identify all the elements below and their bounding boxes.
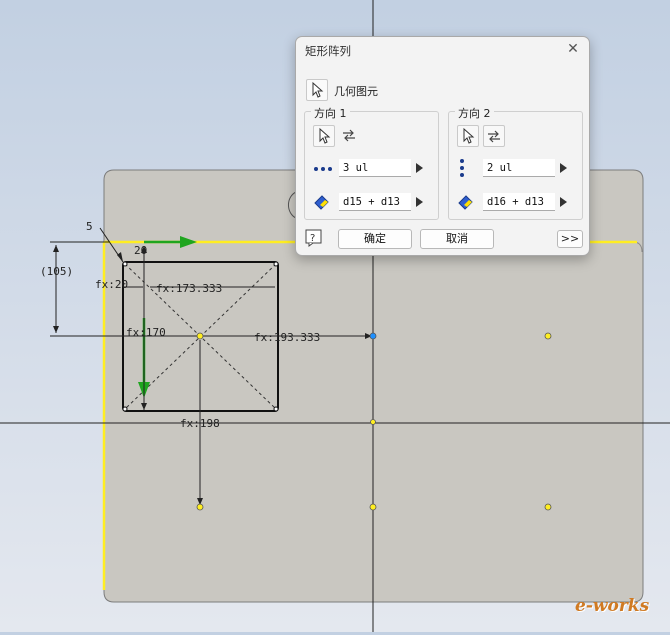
dialog-title: 矩形阵列 xyxy=(305,44,351,58)
ok-button[interactable]: 确定 xyxy=(338,229,412,249)
direction2-spacing-input[interactable]: d16 + d13 xyxy=(483,193,555,211)
direction1-path-button[interactable] xyxy=(313,125,335,147)
geometry-label: 几何图元 xyxy=(334,85,378,98)
direction1-flip-button[interactable] xyxy=(339,125,359,145)
spacing-measure-icon xyxy=(458,195,473,210)
pattern-point[interactable] xyxy=(196,503,204,511)
spacing-measure-icon xyxy=(314,195,329,210)
flip-direction-icon xyxy=(343,129,355,142)
dim-offset[interactable]: 5 xyxy=(86,220,93,233)
svg-text:?: ? xyxy=(310,233,315,244)
dim-v-spacing[interactable]: fx:198 xyxy=(180,417,220,430)
flip-direction-icon xyxy=(488,130,500,143)
direction1-spacing-flyout-icon[interactable] xyxy=(412,193,426,211)
help-icon[interactable]: ? xyxy=(305,229,323,247)
pattern-point[interactable] xyxy=(369,503,377,511)
direction2-count-input[interactable]: 2 ul xyxy=(483,159,555,177)
direction2-spacing-flyout-icon[interactable] xyxy=(556,193,570,211)
direction1-title: 方向 1 xyxy=(311,105,350,121)
direction2-path-button[interactable] xyxy=(457,125,479,147)
cursor-arrow-icon xyxy=(312,81,324,98)
pattern-point[interactable] xyxy=(369,332,377,340)
count-dots-horizontal-icon xyxy=(314,167,332,171)
direction2-title: 方向 2 xyxy=(455,105,494,121)
cursor-arrow-icon xyxy=(463,127,475,144)
cursor-arrow-icon xyxy=(319,127,331,144)
rectangular-pattern-dialog: 矩形阵列 ✕ 几何图元 方向 1 3 ul d15 + d13 方向 2 2 u… xyxy=(295,36,590,256)
count-dots-vertical-icon xyxy=(460,159,464,177)
direction2-count-flyout-icon[interactable] xyxy=(556,159,570,177)
pattern-point[interactable] xyxy=(196,332,204,340)
more-options-button[interactable]: >> xyxy=(557,230,583,248)
pattern-point[interactable] xyxy=(370,419,376,425)
watermark-logo: e-works xyxy=(575,596,650,616)
direction2-group: 方向 2 2 ul d16 + d13 xyxy=(448,105,583,220)
cancel-button[interactable]: 取消 xyxy=(420,229,494,249)
dim-h-spacing[interactable]: fx:193.333 xyxy=(254,331,320,344)
geometry-select-button[interactable] xyxy=(306,79,328,101)
direction1-spacing-input[interactable]: d15 + d13 xyxy=(339,193,411,211)
close-icon[interactable]: ✕ xyxy=(564,40,582,58)
direction2-flip-button[interactable] xyxy=(483,125,505,147)
direction1-group: 方向 1 3 ul d15 + d13 xyxy=(304,105,439,220)
direction1-count-input[interactable]: 3 ul xyxy=(339,159,411,177)
pattern-point[interactable] xyxy=(544,503,552,511)
pattern-point[interactable] xyxy=(544,332,552,340)
dim-inner-height[interactable]: fx:170 xyxy=(126,326,166,339)
direction1-count-flyout-icon[interactable] xyxy=(412,159,426,177)
dim-inner-width[interactable]: fx:173.333 xyxy=(156,282,222,295)
dim-left[interactable]: fx:20 xyxy=(95,278,128,291)
dim-width[interactable]: 20 xyxy=(134,244,147,257)
dim-height-driven[interactable]: (105) xyxy=(40,265,73,278)
